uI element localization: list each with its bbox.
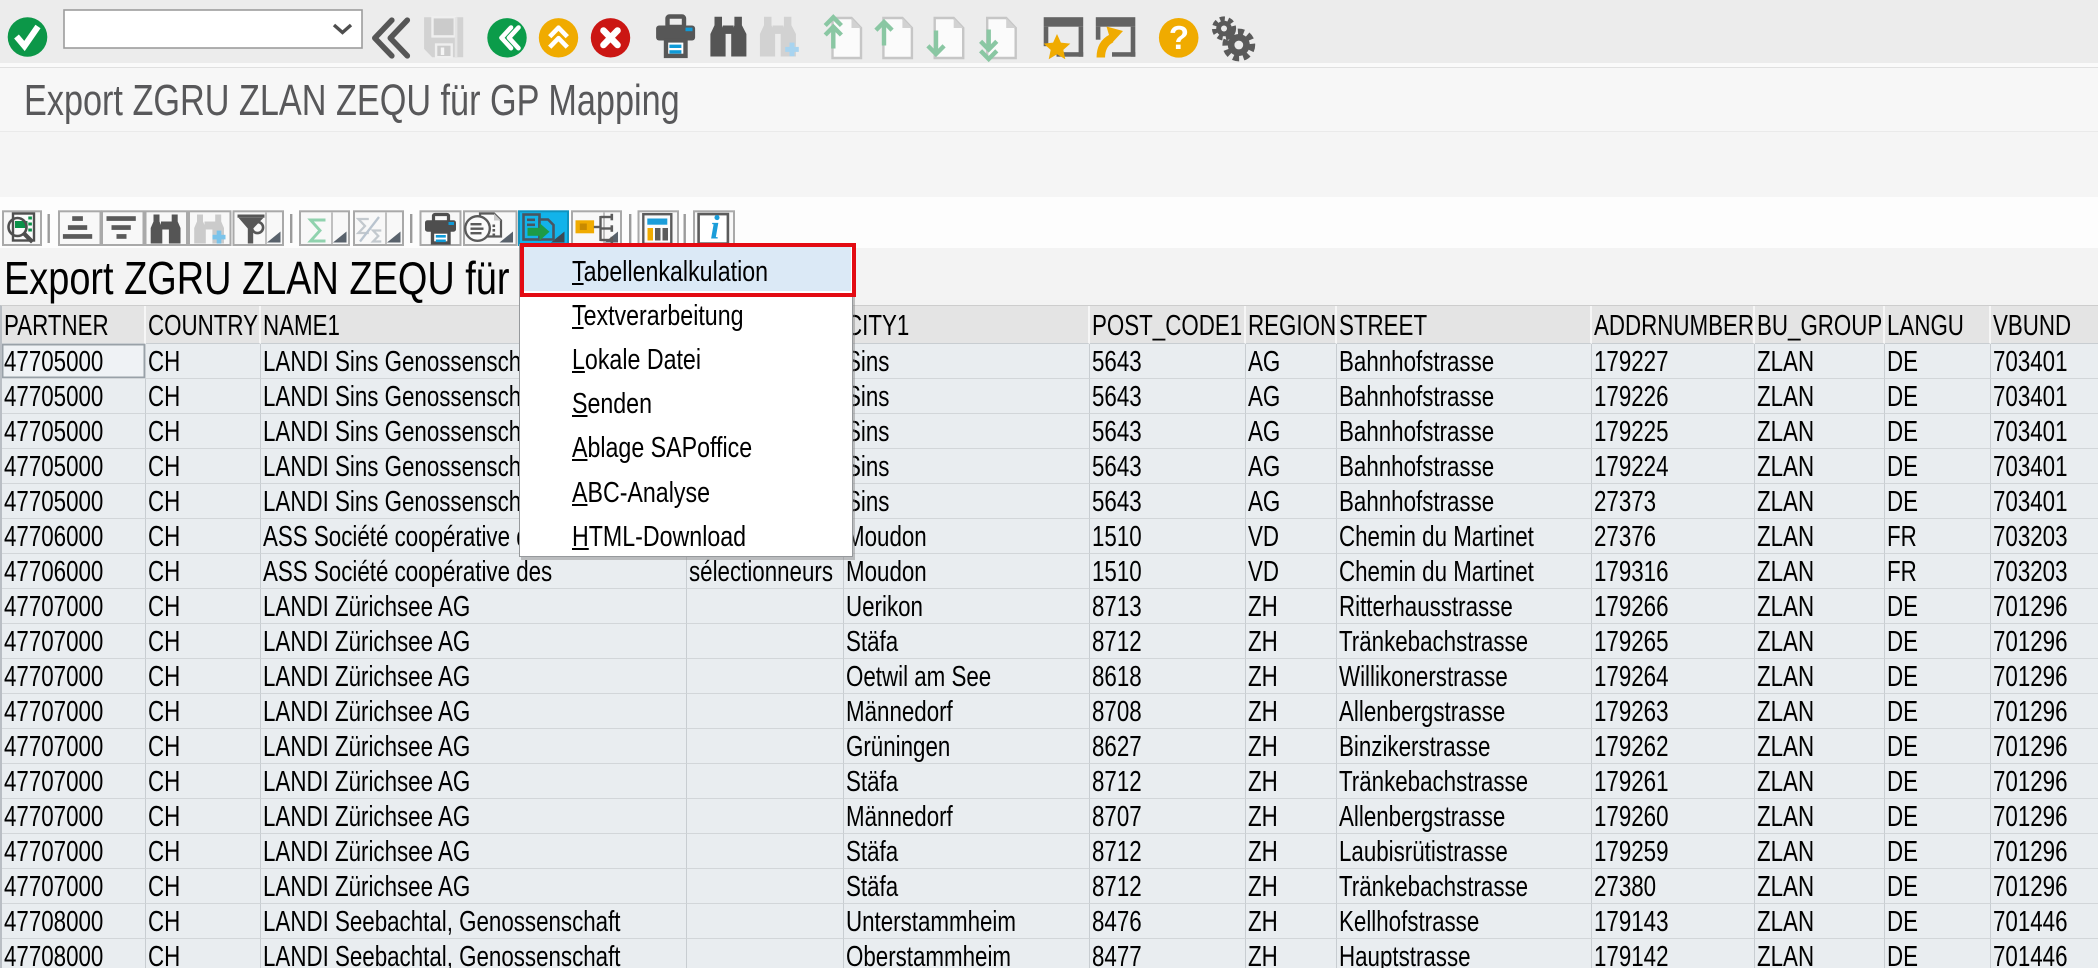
svg-text:i: i <box>710 210 720 247</box>
svg-text:?: ? <box>1169 19 1189 56</box>
